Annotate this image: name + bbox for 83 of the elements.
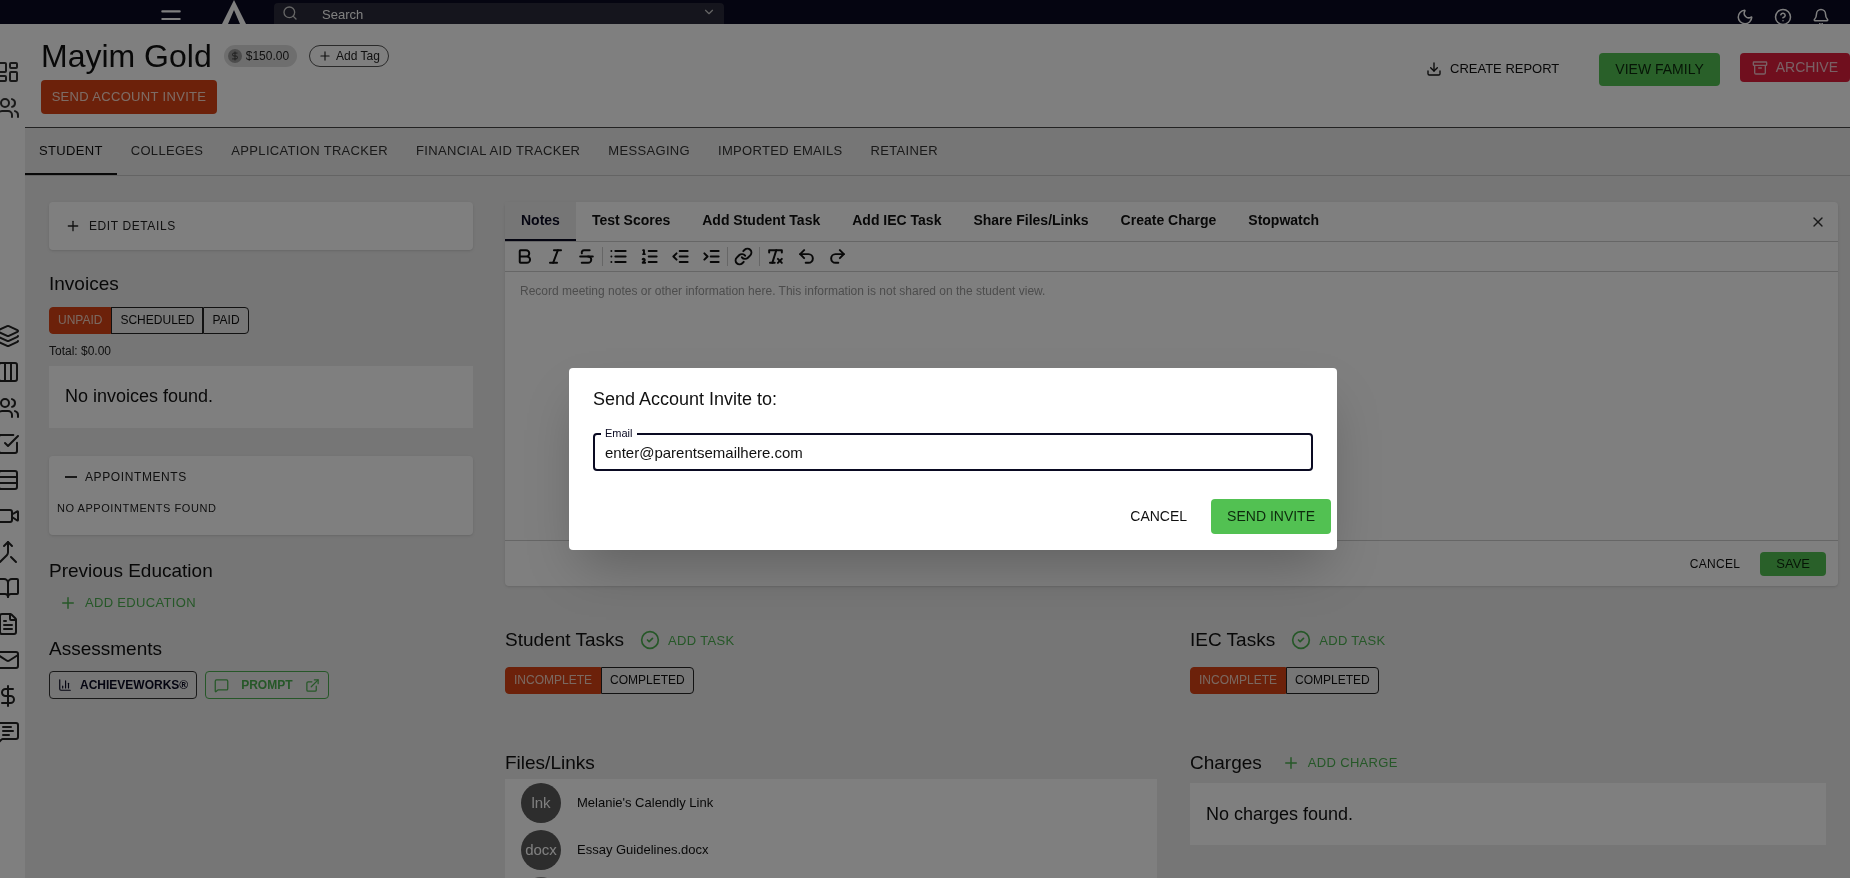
numbered-list-icon[interactable] [640, 247, 659, 266]
notes-tab[interactable]: Notes [505, 202, 576, 241]
message-icon [214, 677, 230, 693]
notes-tab[interactable]: Add Student Task [686, 202, 837, 241]
link-icon[interactable] [734, 247, 753, 266]
dialog-title: Send Account Invite to: [593, 388, 779, 411]
page-tab[interactable]: COLLEGES [116, 128, 218, 175]
notes-tab[interactable]: Create Charge [1104, 202, 1233, 241]
notes-tab[interactable]: Test Scores [575, 202, 687, 241]
outdent-icon[interactable] [671, 247, 690, 266]
field-label: Email [601, 426, 637, 440]
nav-icon[interactable] [0, 324, 20, 348]
nav-icon[interactable] [0, 540, 20, 564]
undo-icon[interactable] [797, 247, 816, 266]
clear-format-icon[interactable] [766, 247, 785, 266]
redo-icon[interactable] [828, 247, 847, 266]
plus-icon [65, 218, 81, 234]
nav-icon[interactable] [0, 396, 20, 420]
nav-icon[interactable] [0, 432, 20, 456]
section-title: Assessments [49, 636, 163, 661]
bell-icon[interactable] [1812, 8, 1830, 26]
section-title: Student Tasks [505, 628, 624, 652]
page-tab[interactable]: STUDENT [25, 128, 117, 175]
moon-icon[interactable] [1736, 8, 1754, 26]
notes-tab[interactable]: Add IEC Task [836, 202, 958, 241]
bullet-list-icon[interactable] [609, 247, 628, 266]
section-title: Charges [1190, 750, 1262, 775]
nav-icon[interactable] [0, 60, 20, 84]
filter-toggle[interactable]: COMPLETED [1286, 666, 1379, 694]
external-link-icon [304, 677, 320, 693]
empty-message: No charges found. [1206, 802, 1354, 826]
strikethrough-icon[interactable] [577, 247, 596, 266]
help-icon[interactable] [1774, 8, 1792, 26]
nav-icon[interactable] [0, 468, 20, 492]
empty-message: No invoices found. [65, 385, 214, 408]
save-button[interactable]: SAVE [1760, 551, 1826, 576]
page-tab[interactable]: APPLICATION TRACKER [217, 128, 403, 175]
assessment-button[interactable]: ACHIEVEWORKS® [49, 671, 198, 699]
edit-details-card[interactable]: EDIT DETAILS [49, 202, 473, 250]
cancel-button[interactable]: CANCEL [1118, 499, 1200, 534]
appointments-toggle[interactable]: APPOINTMENTS [57, 467, 195, 486]
page-tab[interactable]: RETAINER [856, 128, 952, 175]
invoice-total: Total: $0.00 [49, 342, 113, 360]
nav-icon[interactable] [0, 576, 20, 600]
file-name[interactable]: Melanie's Calendly Link [577, 793, 714, 813]
section-title: IEC Tasks [1190, 628, 1276, 652]
page-tab[interactable]: IMPORTED EMAILS [704, 128, 857, 175]
search-placeholder: Search [322, 6, 364, 24]
file-avatar: docx [521, 830, 561, 870]
indent-icon[interactable] [702, 247, 721, 266]
italic-icon[interactable] [546, 247, 565, 266]
archive-icon [1751, 59, 1768, 76]
section-title: Invoices [49, 272, 120, 296]
section-title: Previous Education [49, 558, 214, 583]
filter-toggle[interactable]: SCHEDULED [111, 306, 204, 334]
empty-message: NO APPOINTMENTS FOUND [57, 500, 218, 516]
plus-icon [318, 49, 333, 63]
chart-icon [58, 678, 72, 692]
download-icon [1426, 61, 1442, 77]
send-invite-button[interactable]: SEND ACCOUNT INVITE [41, 80, 217, 114]
dollar-icon [227, 49, 242, 63]
notes-tab[interactable]: Share Files/Links [957, 202, 1105, 241]
nav-icon[interactable] [0, 612, 20, 636]
create-report-button[interactable]: CREATE REPORT [1414, 53, 1572, 85]
file-name[interactable]: Essay Guidelines.docx [577, 840, 709, 860]
page-tab[interactable]: FINANCIAL AID TRACKER [402, 128, 595, 175]
filter-toggle[interactable]: PAID [203, 306, 249, 334]
student-name: Mayim Gold [41, 37, 212, 76]
minus-icon [65, 475, 77, 478]
notes-tab[interactable]: Stopwatch [1232, 202, 1336, 241]
view-family-button[interactable]: VIEW FAMILY [1599, 53, 1720, 86]
filter-toggle[interactable]: COMPLETED [601, 666, 694, 694]
search-icon [282, 5, 298, 21]
page-tab[interactable]: MESSAGING [594, 128, 704, 175]
nav-icon[interactable] [0, 648, 20, 672]
balance-chip: $150.00 [223, 45, 298, 67]
file-avatar: lnk [521, 783, 561, 823]
nav-icon[interactable] [0, 96, 20, 120]
send-invite-button[interactable]: SEND INVITE [1211, 499, 1331, 534]
nav-icon[interactable] [0, 360, 20, 384]
nav-icon[interactable] [0, 720, 20, 744]
section-title: Files/Links [505, 750, 596, 775]
cancel-button[interactable]: CANCEL [1677, 551, 1753, 576]
